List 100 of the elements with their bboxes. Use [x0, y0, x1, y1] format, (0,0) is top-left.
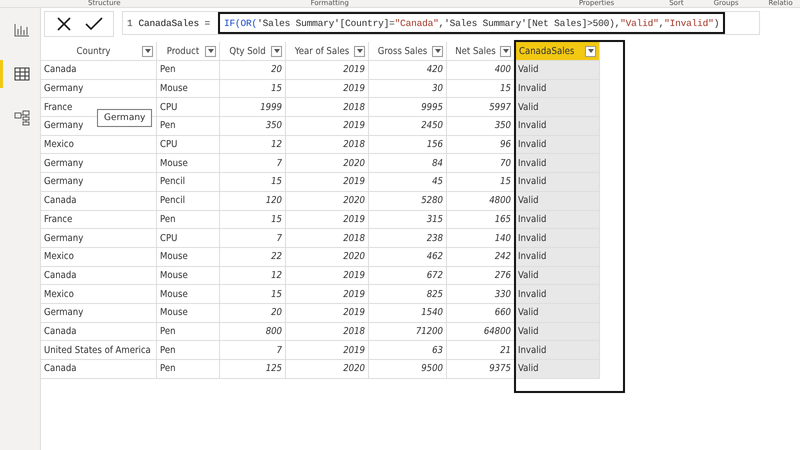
- formula-expression: IF(OR('Sales Summary'[Country]="Canada",'Sales Summary'[Net Sales]>500),"Valid","Invalid"): [218, 12, 726, 34]
- table-cell: 462: [369, 248, 447, 267]
- table-cell: Mexico: [41, 136, 157, 154]
- dropdown-icon[interactable]: [354, 46, 365, 56]
- table-cell: Mouse: [157, 285, 220, 304]
- table-cell: 276: [447, 266, 515, 286]
- table-cell: CPU: [157, 136, 220, 154]
- table-cell: 12: [220, 266, 286, 286]
- table-cell: 2020: [286, 154, 369, 174]
- column-header[interactable]: Country: [41, 42, 157, 61]
- table-cell: Invalid: [515, 341, 600, 360]
- table-cell: CPU: [157, 98, 220, 118]
- table-cell: 5280: [369, 192, 447, 210]
- table-cell: 84: [369, 154, 447, 174]
- table-cell: 120: [220, 192, 286, 210]
- table-cell: 1540: [369, 304, 447, 323]
- table-cell: Pencil: [157, 173, 220, 192]
- tooltip: Germany: [97, 108, 152, 127]
- table-cell: Valid: [515, 266, 600, 286]
- dropdown-icon[interactable]: [205, 46, 216, 56]
- table-cell: Pen: [157, 210, 220, 230]
- measure-name: CanadaSales =: [138, 18, 210, 28]
- table-cell: 2450: [369, 117, 447, 136]
- table-cell: 1999: [220, 98, 286, 118]
- table-cell: 7: [220, 341, 286, 360]
- table-cell: Invalid: [515, 117, 600, 136]
- table-cell: 12: [220, 136, 286, 154]
- dropdown-icon[interactable]: [142, 46, 153, 56]
- table-cell: Germany: [41, 80, 157, 98]
- table-cell: 420: [369, 61, 447, 80]
- table-cell: 350: [220, 117, 286, 136]
- table-cell: 15: [220, 80, 286, 98]
- table-cell: 165: [447, 210, 515, 230]
- table-cell: 15: [220, 173, 286, 192]
- line-number: 1: [126, 18, 134, 28]
- table-cell: 2019: [286, 80, 369, 98]
- table-cell: 7: [220, 229, 286, 248]
- bar-chart-icon: [14, 23, 30, 37]
- table-cell: France: [41, 210, 157, 230]
- table-cell: 400: [447, 61, 515, 80]
- table-cell: 800: [220, 322, 286, 342]
- table-cell: 30: [369, 80, 447, 98]
- table-cell: 2020: [286, 360, 369, 379]
- table-cell: Pen: [157, 322, 220, 342]
- table-cell: Canada: [41, 322, 157, 342]
- column-header[interactable]: CanadaSales: [515, 42, 600, 61]
- table-cell: 4800: [447, 192, 515, 210]
- table-cell: Pen: [157, 341, 220, 360]
- table-cell: Canada: [41, 192, 157, 210]
- table-cell: Pen: [157, 61, 220, 80]
- column-header[interactable]: Qty Sold: [220, 42, 286, 61]
- table-cell: Invalid: [515, 136, 600, 154]
- table-cell: Invalid: [515, 229, 600, 248]
- table-cell: United States of America: [41, 341, 157, 360]
- table-cell: 2020: [286, 248, 369, 267]
- table-cell: Germany: [41, 229, 157, 248]
- table-cell: 9375: [447, 360, 515, 379]
- table-cell: 71200: [369, 322, 447, 342]
- column-header[interactable]: Year of Sales: [286, 42, 369, 61]
- table-cell: 15: [220, 285, 286, 304]
- table-cell: 2018: [286, 136, 369, 154]
- table-cell: 63: [369, 341, 447, 360]
- table-cell: CPU: [157, 229, 220, 248]
- table-cell: Canada: [41, 61, 157, 80]
- table-cell: 2019: [286, 304, 369, 323]
- table-cell: 2019: [286, 266, 369, 286]
- formula-field[interactable]: 1 CanadaSales = IF(OR('Sales Summary'[Country]="Canada",'Sales Summary'[Net Sales]>500),"Valid","Invalid"): [122, 11, 760, 35]
- table-cell: 9995: [369, 98, 447, 118]
- model-icon: [14, 110, 30, 126]
- table-cell: 2018: [286, 229, 369, 248]
- table-cell: 9500: [369, 360, 447, 379]
- table-cell: 125: [220, 360, 286, 379]
- table-cell: Invalid: [515, 173, 600, 192]
- table-cell: 825: [369, 285, 447, 304]
- table-cell: 2019: [286, 210, 369, 230]
- column-header[interactable]: Product: [157, 42, 220, 61]
- table-cell: 330: [447, 285, 515, 304]
- table-cell: 2019: [286, 173, 369, 192]
- table-cell: Mexico: [41, 248, 157, 267]
- table-cell: 660: [447, 304, 515, 323]
- dropdown-icon[interactable]: [432, 46, 443, 56]
- table-cell: 672: [369, 266, 447, 286]
- table-cell: Mexico: [41, 285, 157, 304]
- table-cell: 2018: [286, 98, 369, 118]
- table-cell: 5997: [447, 98, 515, 118]
- table-cell: 7: [220, 154, 286, 174]
- column-header[interactable]: Gross Sales: [369, 42, 447, 61]
- table-cell: Germany: [41, 154, 157, 174]
- table-cell: Valid: [515, 304, 600, 323]
- table-cell: Mouse: [157, 248, 220, 267]
- table-cell: Valid: [515, 322, 600, 342]
- dropdown-icon[interactable]: [271, 46, 282, 56]
- table-cell: Canada: [41, 266, 157, 286]
- table-cell: 2019: [286, 341, 369, 360]
- table-cell: Invalid: [515, 285, 600, 304]
- table-cell: Mouse: [157, 266, 220, 286]
- dropdown-icon[interactable]: [500, 46, 511, 56]
- dropdown-icon[interactable]: [585, 46, 596, 56]
- checkmark-icon: [85, 17, 103, 31]
- table-cell: 2019: [286, 61, 369, 80]
